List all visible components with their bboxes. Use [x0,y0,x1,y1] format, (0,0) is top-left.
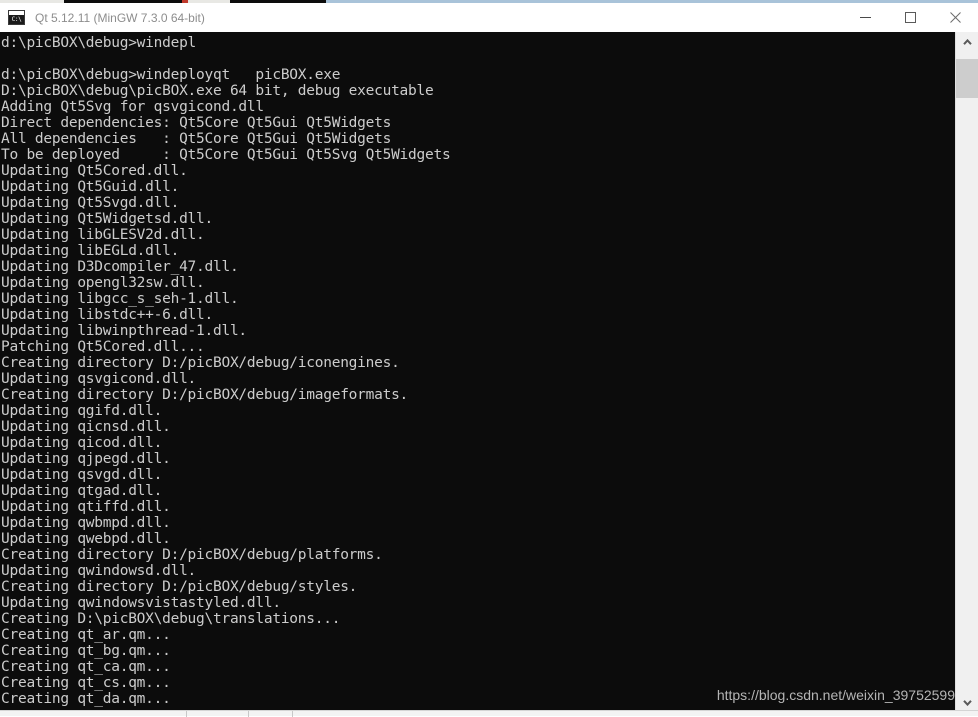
console-line: Updating Qt5Widgetsd.dll. [1,211,955,227]
console-line: Adding Qt5Svg for qsvgicond.dll [1,99,955,115]
vertical-scrollbar[interactable] [955,32,978,713]
console-line: Updating opengl32sw.dll. [1,275,955,291]
console-text: d:\picBOX\debug>windepl d:\picBOX\debug>w… [0,32,955,707]
maximize-button[interactable] [888,3,933,32]
console-line: Creating directory D:/picBOX/debug/style… [1,579,955,595]
console-line: Creating directory D:/picBOX/debug/image… [1,387,955,403]
console-line: Updating D3Dcompiler_47.dll. [1,259,955,275]
close-icon [949,11,962,24]
console-line: d:\picBOX\debug>windepl [1,35,955,51]
console-line: Creating D:\picBOX\debug\translations... [1,611,955,627]
console-line: Updating qwebpd.dll. [1,531,955,547]
console-line: Updating qgifd.dll. [1,403,955,419]
console-line: Creating qt_ar.qm... [1,627,955,643]
close-button[interactable] [933,3,978,32]
console-line: Updating qicod.dll. [1,435,955,451]
console-line: Direct dependencies: Qt5Core Qt5Gui Qt5W… [1,115,955,131]
console-line: Updating libwinpthread-1.dll. [1,323,955,339]
maximize-icon [904,11,917,24]
chevron-up-icon [963,39,972,46]
window-controls [843,3,978,32]
console-line: Creating directory D:/picBOX/debug/platf… [1,547,955,563]
cmd-console-icon: C:\ [8,10,25,25]
console-line: Updating Qt5Guid.dll. [1,179,955,195]
console-line: Updating Qt5Svgd.dll. [1,195,955,211]
console-line: D:\picBOX\debug\picBOX.exe 64 bit, debug… [1,83,955,99]
console-window: C:\ Qt 5.12.11 (MinGW 7.3.0 64-bit) [0,3,978,713]
console-line: Updating qtgad.dll. [1,483,955,499]
console-line: Updating libGLESV2d.dll. [1,227,955,243]
console-line: Updating qwindowsd.dll. [1,563,955,579]
console-line: Creating qt_ca.qm... [1,659,955,675]
console-line: Patching Qt5Cored.dll... [1,339,955,355]
console-line: Updating qwbmpd.dll. [1,515,955,531]
scrollbar-track[interactable] [956,53,978,692]
title-bar[interactable]: C:\ Qt 5.12.11 (MinGW 7.3.0 64-bit) [0,3,978,32]
scroll-up-button[interactable] [956,32,978,53]
console-line: Creating directory D:/picBOX/debug/icone… [1,355,955,371]
minimize-icon [859,11,872,24]
console-line: Updating qtiffd.dll. [1,499,955,515]
watermark-url: https://blog.csdn.net/weixin_39752599 [717,687,955,703]
console-line: Updating qsvgd.dll. [1,467,955,483]
console-line: Updating qsvgicond.dll. [1,371,955,387]
console-line [1,51,955,67]
console-line: All dependencies : Qt5Core Qt5Gui Qt5Wid… [1,131,955,147]
cmd-prompt-glyph: C:\ [9,15,24,24]
window-title: Qt 5.12.11 (MinGW 7.3.0 64-bit) [35,11,205,25]
minimize-button[interactable] [843,3,888,32]
console-line: To be deployed : Qt5Core Qt5Gui Qt5Svg Q… [1,147,955,163]
console-line: Updating Qt5Cored.dll. [1,163,955,179]
chevron-down-icon [963,699,972,706]
taskbar[interactable] [0,710,978,716]
console-line: Updating qwindowsvistastyled.dll. [1,595,955,611]
console-line: Updating qjpegd.dll. [1,451,955,467]
console-line: Creating qt_bg.qm... [1,643,955,659]
console-line: Updating libstdc++-6.dll. [1,307,955,323]
console-line: Updating libgcc_s_seh-1.dll. [1,291,955,307]
console-line: d:\picBOX\debug>windeployqt picBOX.exe [1,67,955,83]
console-line: Updating qicnsd.dll. [1,419,955,435]
scrollbar-thumb[interactable] [956,59,978,98]
console-output-area[interactable]: d:\picBOX\debug>windepl d:\picBOX\debug>w… [0,32,978,713]
console-line: Updating libEGLd.dll. [1,243,955,259]
